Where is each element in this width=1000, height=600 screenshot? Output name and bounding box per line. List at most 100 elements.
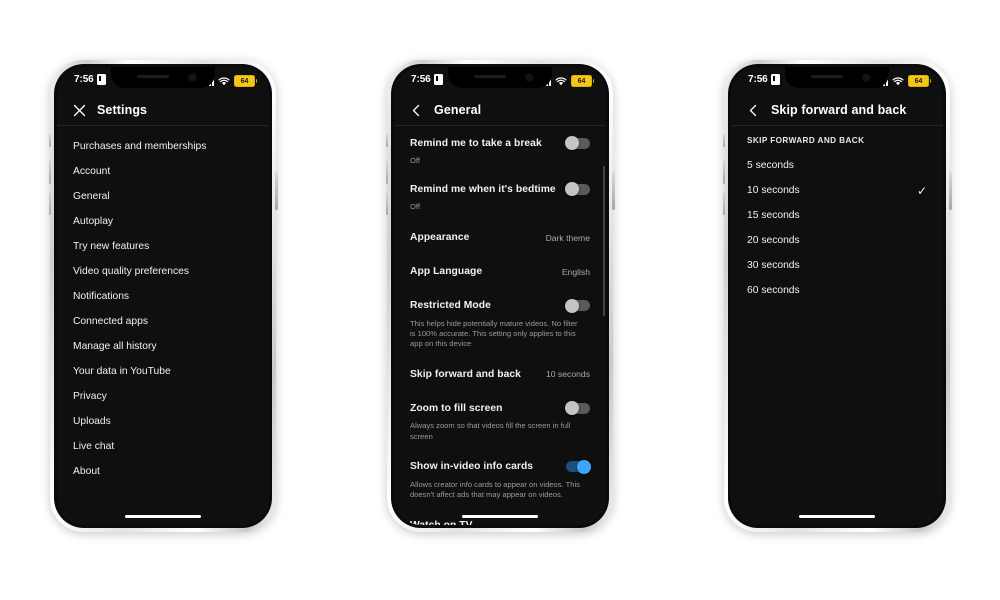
list-item-label: Live chat [73,441,115,452]
setting-subtext: Allows creator info cards to appear on v… [410,479,580,499]
status-bar-left: 7:56 [411,74,443,85]
toggle-zoom-to-fill-screen[interactable] [565,401,590,416]
sidebar-item-manage-all-history[interactable]: Manage all history [57,334,269,359]
mute-switch[interactable] [48,134,51,147]
list-item-label: Your data in YouTube [73,366,171,377]
sidebar-item-video-quality-preferences[interactable]: Video quality preferences [57,259,269,284]
skip-options-container[interactable]: SKIP FORWARD AND BACK 5 seconds 10 secon… [731,126,943,525]
clock-label: 7:56 [74,74,94,85]
notch [448,67,552,88]
lock-portrait-orientation-icon [770,74,780,85]
list-item-label: About [73,466,100,477]
sidebar-item-privacy[interactable]: Privacy [57,384,269,409]
toggle-knob [577,459,591,474]
volume-up-button[interactable] [722,160,725,184]
notch [785,67,889,88]
power-button[interactable] [275,172,278,210]
volume-down-button[interactable] [722,191,725,215]
status-bar-left: 7:56 [748,74,780,85]
option-15-seconds[interactable]: 15 seconds [731,203,943,228]
sidebar-item-purchases-and-memberships[interactable]: Purchases and memberships [57,134,269,159]
status-bar-left: 7:56 [74,74,106,85]
app-header-settings: Settings [57,95,269,126]
sidebar-item-autoplay[interactable]: Autoplay [57,209,269,234]
list-item-label: Privacy [73,391,107,402]
mute-switch[interactable] [722,134,725,147]
clock-label: 7:56 [748,74,768,85]
volume-up-button[interactable] [385,160,388,184]
general-settings-list: Remind me to take a break Off Remind me … [394,126,606,525]
setting-subtext: This helps hide potentially mature video… [410,318,578,349]
clock-label: 7:56 [411,74,431,85]
list-item-label: Try new features [73,241,150,252]
scrollbar[interactable] [603,166,605,316]
option-label: 15 seconds [747,210,800,221]
volume-down-button[interactable] [48,191,51,215]
page-title: Skip forward and back [771,103,907,117]
page-title: General [434,103,482,117]
phone-device-settings: 7:56 64 Settings Purchases and membershi… [48,60,278,532]
toggle-remind-me-when-its-bedtime[interactable] [565,182,590,197]
volume-up-button[interactable] [48,160,51,184]
option-30-seconds[interactable]: 30 seconds [731,253,943,278]
sidebar-item-uploads[interactable]: Uploads [57,409,269,434]
option-label: 20 seconds [747,235,800,246]
phone-screen-general: 7:56 64 General Remind me to take a brea… [394,67,606,525]
sidebar-item-account[interactable]: Account [57,159,269,184]
option-5-seconds[interactable]: 5 seconds [731,153,943,178]
list-item-label: Purchases and memberships [73,141,207,152]
sidebar-item-connected-apps[interactable]: Connected apps [57,309,269,334]
setting-zoom-to-fill-screen[interactable]: Zoom to fill screen [394,397,606,419]
settings-list-container[interactable]: Purchases and memberships Account Genera… [57,126,269,525]
list-item-label: Connected apps [73,316,148,327]
page-title: Settings [97,103,148,117]
setting-remind-me-to-take-a-break[interactable]: Remind me to take a break [394,132,606,154]
front-camera-icon [188,73,197,82]
option-label: 30 seconds [747,260,800,271]
setting-label: Skip forward and back [410,368,521,380]
close-icon[interactable] [71,102,88,119]
general-settings-container[interactable]: Remind me to take a break Off Remind me … [394,126,606,525]
home-indicator[interactable] [799,514,875,518]
option-label: 5 seconds [747,160,794,171]
screenshot-stage: 7:56 64 Settings Purchases and membershi… [0,0,1000,600]
setting-restricted-mode[interactable]: Restricted Mode [394,295,606,317]
mute-switch[interactable] [385,134,388,147]
option-60-seconds[interactable]: 60 seconds [731,278,943,303]
sidebar-item-notifications[interactable]: Notifications [57,284,269,309]
setting-show-in-video-info-cards[interactable]: Show in-video info cards [394,456,606,478]
battery-low-power-icon: 64 [234,75,257,87]
sidebar-item-live-chat[interactable]: Live chat [57,434,269,459]
option-label: 10 seconds [747,185,800,196]
power-button[interactable] [612,172,615,210]
wifi-icon [555,77,567,86]
toggle-restricted-mode[interactable] [565,298,590,313]
toggle-remind-me-to-take-a-break[interactable] [565,136,590,150]
back-chevron-icon[interactable] [745,102,762,119]
setting-remind-me-when-its-bedtime[interactable]: Remind me when it's bedtime [394,178,606,200]
back-chevron-icon[interactable] [408,102,425,119]
phone-bezel: 7:56 64 [728,64,946,528]
sidebar-item-about[interactable]: About [57,459,269,484]
option-20-seconds[interactable]: 20 seconds [731,228,943,253]
list-item-label: Video quality preferences [73,266,190,277]
battery-low-power-icon: 64 [571,75,594,87]
sidebar-item-your-data-in-youtube[interactable]: Your data in YouTube [57,359,269,384]
setting-skip-forward-and-back[interactable]: Skip forward and back 10 seconds [394,363,606,385]
sidebar-item-general[interactable]: General [57,184,269,209]
power-button[interactable] [949,172,952,210]
toggle-show-in-video-info-cards[interactable] [566,459,591,474]
phone-bezel: 7:56 64 [391,64,609,528]
setting-value: 10 seconds [546,369,590,380]
volume-down-button[interactable] [385,191,388,215]
home-indicator[interactable] [462,514,538,518]
sidebar-item-try-new-features[interactable]: Try new features [57,234,269,259]
option-10-seconds[interactable]: 10 seconds ✓ [731,178,943,203]
battery-low-power-icon: 64 [908,75,931,87]
setting-app-language[interactable]: App Language English [394,261,606,283]
toggle-knob [565,136,579,150]
home-indicator[interactable] [125,514,201,518]
setting-appearance[interactable]: Appearance Dark theme [394,227,606,249]
